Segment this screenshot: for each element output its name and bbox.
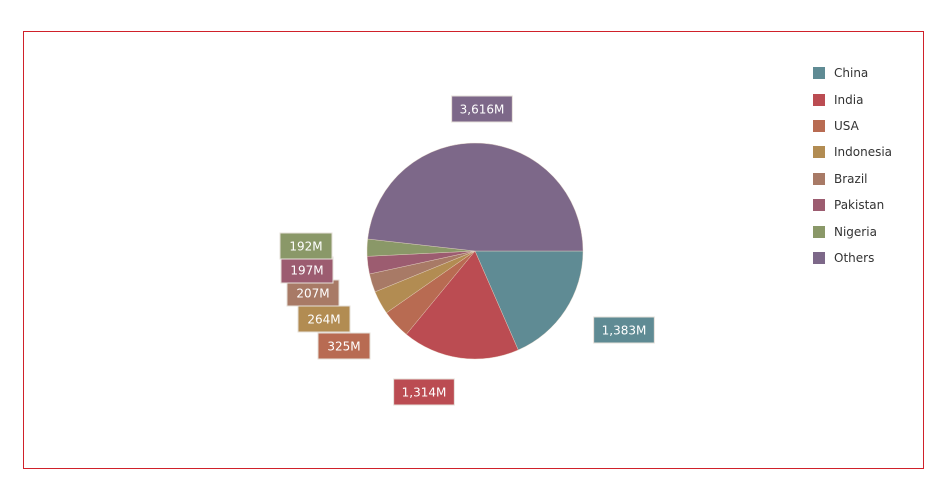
pie-slice-others[interactable]	[367, 142, 584, 252]
data-label-brazil: 207M	[286, 279, 340, 307]
legend-label: Nigeria	[834, 224, 877, 239]
legend-item-indonesia[interactable]: Indonesia	[813, 139, 892, 165]
legend-label: India	[834, 92, 864, 107]
data-label-china: 1,383M	[593, 316, 655, 344]
data-label-pakistan: 197M	[280, 256, 334, 284]
data-label-text: 192M	[289, 240, 322, 254]
legend-swatch	[813, 119, 825, 132]
legend-swatch	[813, 172, 825, 185]
pie-slices	[366, 142, 584, 360]
legend-label: USA	[834, 118, 859, 133]
data-label-nigeria: 192M	[279, 232, 333, 260]
legend-label: Brazil	[834, 171, 868, 186]
legend-item-india[interactable]: India	[813, 86, 892, 112]
data-label-text: 197M	[290, 264, 323, 278]
legend-swatch	[813, 251, 825, 264]
pie-chart: 1,383M 1,314M 325M 264M 207M 197M 192M 3,616M	[279, 95, 655, 406]
data-label-others: 3,616M	[451, 95, 513, 123]
legend-item-nigeria[interactable]: Nigeria	[813, 218, 892, 244]
legend-item-others[interactable]: Others	[813, 245, 892, 271]
data-label-usa: 325M	[317, 332, 371, 360]
data-label-text: 1,314M	[402, 386, 447, 400]
legend-item-china[interactable]: China	[813, 60, 892, 86]
legend: China India USA Indonesia Brazil Pakista…	[813, 60, 892, 271]
legend-label: Indonesia	[834, 145, 893, 160]
legend-swatch	[813, 199, 825, 212]
legend-label: China	[834, 66, 869, 81]
legend-swatch	[813, 93, 825, 106]
legend-swatch	[813, 67, 825, 80]
data-label-text: 3,616M	[460, 103, 505, 117]
data-label-indonesia: 264M	[297, 305, 351, 333]
data-label-text: 325M	[327, 340, 360, 354]
legend-item-brazil[interactable]: Brazil	[813, 166, 892, 192]
data-label-text: 1,383M	[602, 324, 647, 338]
data-label-text: 264M	[307, 313, 340, 327]
legend-label: Others	[834, 250, 875, 265]
legend-item-pakistan[interactable]: Pakistan	[813, 192, 892, 218]
data-label-text: 207M	[296, 287, 329, 301]
data-label-india: 1,314M	[393, 378, 455, 406]
legend-swatch	[813, 225, 825, 238]
legend-item-usa[interactable]: USA	[813, 113, 892, 139]
legend-swatch	[813, 146, 825, 159]
legend-label: Pakistan	[834, 198, 885, 213]
